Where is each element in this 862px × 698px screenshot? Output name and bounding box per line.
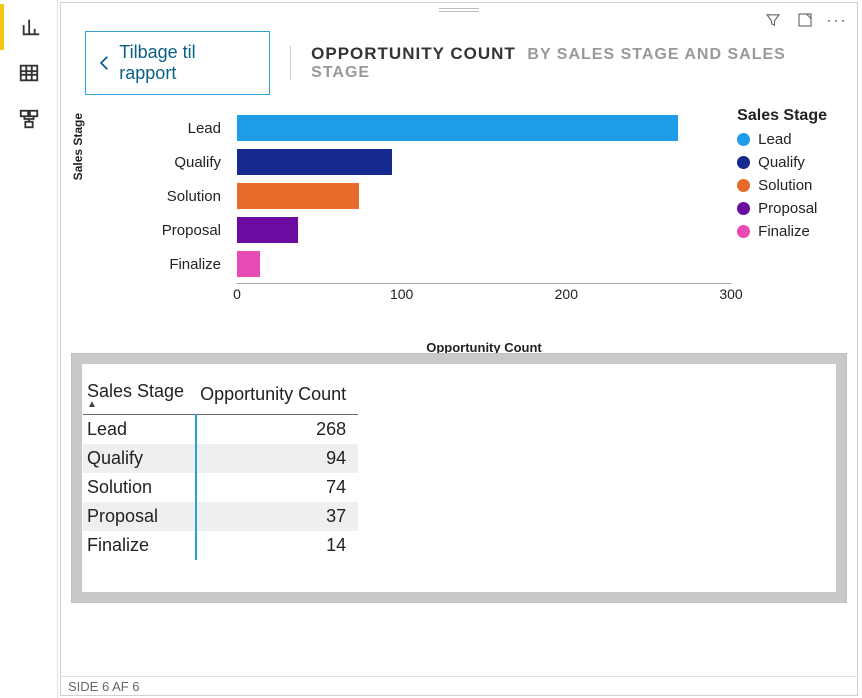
col-header-count[interactable]: Opportunity Count	[196, 379, 358, 415]
report-page: ··· Tilbage til rapport OPPORTUNITY COUN…	[60, 2, 858, 696]
cell-stage: Qualify	[83, 444, 196, 473]
bar-chart-icon	[20, 16, 42, 38]
bar-row: Proposal	[237, 213, 731, 247]
cell-count: 94	[196, 444, 358, 473]
x-tick: 200	[555, 286, 578, 302]
legend-swatch	[737, 202, 750, 215]
bar[interactable]	[237, 149, 392, 175]
legend-label: Solution	[758, 177, 812, 194]
more-options-button[interactable]: ···	[826, 10, 847, 31]
x-tick: 0	[233, 286, 241, 302]
filter-icon	[764, 11, 782, 29]
back-to-report-button[interactable]: Tilbage til rapport	[85, 31, 270, 95]
focus-mode-button[interactable]	[794, 9, 816, 31]
table-visual[interactable]: Sales Stage ▲ Opportunity Count Lead268Q…	[83, 365, 835, 591]
legend-label: Finalize	[758, 223, 810, 240]
table-row[interactable]: Solution74	[83, 473, 358, 502]
legend-item[interactable]: Qualify	[737, 154, 827, 171]
chevron-left-icon	[94, 52, 115, 74]
legend-swatch	[737, 133, 750, 146]
legend-item[interactable]: Proposal	[737, 200, 827, 217]
x-axis: 0100200300 Opportunity Count	[237, 283, 731, 321]
page-indicator: SIDE 6 AF 6	[68, 679, 140, 694]
table-row[interactable]: Proposal37	[83, 502, 358, 531]
nav-data-view[interactable]	[0, 50, 58, 96]
cell-count: 14	[196, 531, 358, 560]
y-axis-label: Sales Stage	[71, 113, 85, 180]
cell-stage: Proposal	[83, 502, 196, 531]
legend-label: Proposal	[758, 200, 817, 217]
visual-title-row: Tilbage til rapport OPPORTUNITY COUNT BY…	[61, 3, 857, 105]
legend-item[interactable]: Solution	[737, 177, 827, 194]
bar[interactable]	[237, 217, 298, 243]
divider	[290, 46, 291, 80]
cell-stage: Lead	[83, 415, 196, 445]
left-nav	[0, 0, 58, 698]
cell-count: 268	[196, 415, 358, 445]
data-table: Sales Stage ▲ Opportunity Count Lead268Q…	[83, 379, 358, 560]
x-tick: 300	[719, 286, 742, 302]
cell-count: 74	[196, 473, 358, 502]
legend-swatch	[737, 156, 750, 169]
legend-item[interactable]: Finalize	[737, 223, 827, 240]
table-row[interactable]: Finalize14	[83, 531, 358, 560]
legend-swatch	[737, 179, 750, 192]
legend-swatch	[737, 225, 750, 238]
title-block: OPPORTUNITY COUNT BY SALES STAGE AND SAL…	[311, 44, 833, 82]
cell-stage: Finalize	[83, 531, 196, 560]
category-label: Proposal	[117, 222, 229, 239]
bar-chart-visual[interactable]: Sales Stage LeadQualifySolutionProposalF…	[61, 105, 857, 333]
legend-title: Sales Stage	[737, 107, 827, 125]
back-label: Tilbage til rapport	[119, 42, 253, 84]
filter-button[interactable]	[762, 9, 784, 31]
sort-asc-icon: ▲	[87, 402, 184, 408]
x-tick: 100	[390, 286, 413, 302]
bar-row: Qualify	[237, 145, 731, 179]
report-canvas: ··· Tilbage til rapport OPPORTUNITY COUN…	[58, 0, 862, 698]
bar[interactable]	[237, 183, 359, 209]
status-bar: SIDE 6 AF 6	[60, 676, 858, 698]
table-row[interactable]: Qualify94	[83, 444, 358, 473]
visual-header-controls: ···	[762, 9, 847, 31]
bar-row: Solution	[237, 179, 731, 213]
bar[interactable]	[237, 251, 260, 277]
nav-model-view[interactable]	[0, 96, 58, 142]
category-label: Lead	[117, 120, 229, 137]
nav-report-view[interactable]	[0, 4, 58, 50]
bar-row: Lead	[237, 111, 731, 145]
legend-item[interactable]: Lead	[737, 131, 827, 148]
legend-label: Qualify	[758, 154, 805, 171]
bar-row: Finalize	[237, 247, 731, 281]
focus-icon	[796, 11, 814, 29]
legend-label: Lead	[758, 131, 791, 148]
col-header-stage[interactable]: Sales Stage ▲	[83, 379, 196, 415]
visual-title: OPPORTUNITY COUNT	[311, 44, 516, 63]
model-icon	[18, 108, 40, 130]
category-label: Solution	[117, 188, 229, 205]
bar[interactable]	[237, 115, 678, 141]
legend: Sales Stage Lead Qualify Solution Proposal F…	[737, 107, 827, 246]
cell-stage: Solution	[83, 473, 196, 502]
table-row[interactable]: Lead268	[83, 415, 358, 445]
table-icon	[18, 62, 40, 84]
category-label: Finalize	[117, 256, 229, 273]
category-label: Qualify	[117, 154, 229, 171]
visual-drag-handle[interactable]	[439, 7, 479, 13]
cell-count: 37	[196, 502, 358, 531]
plot-area: Sales Stage LeadQualifySolutionProposalF…	[117, 107, 731, 321]
